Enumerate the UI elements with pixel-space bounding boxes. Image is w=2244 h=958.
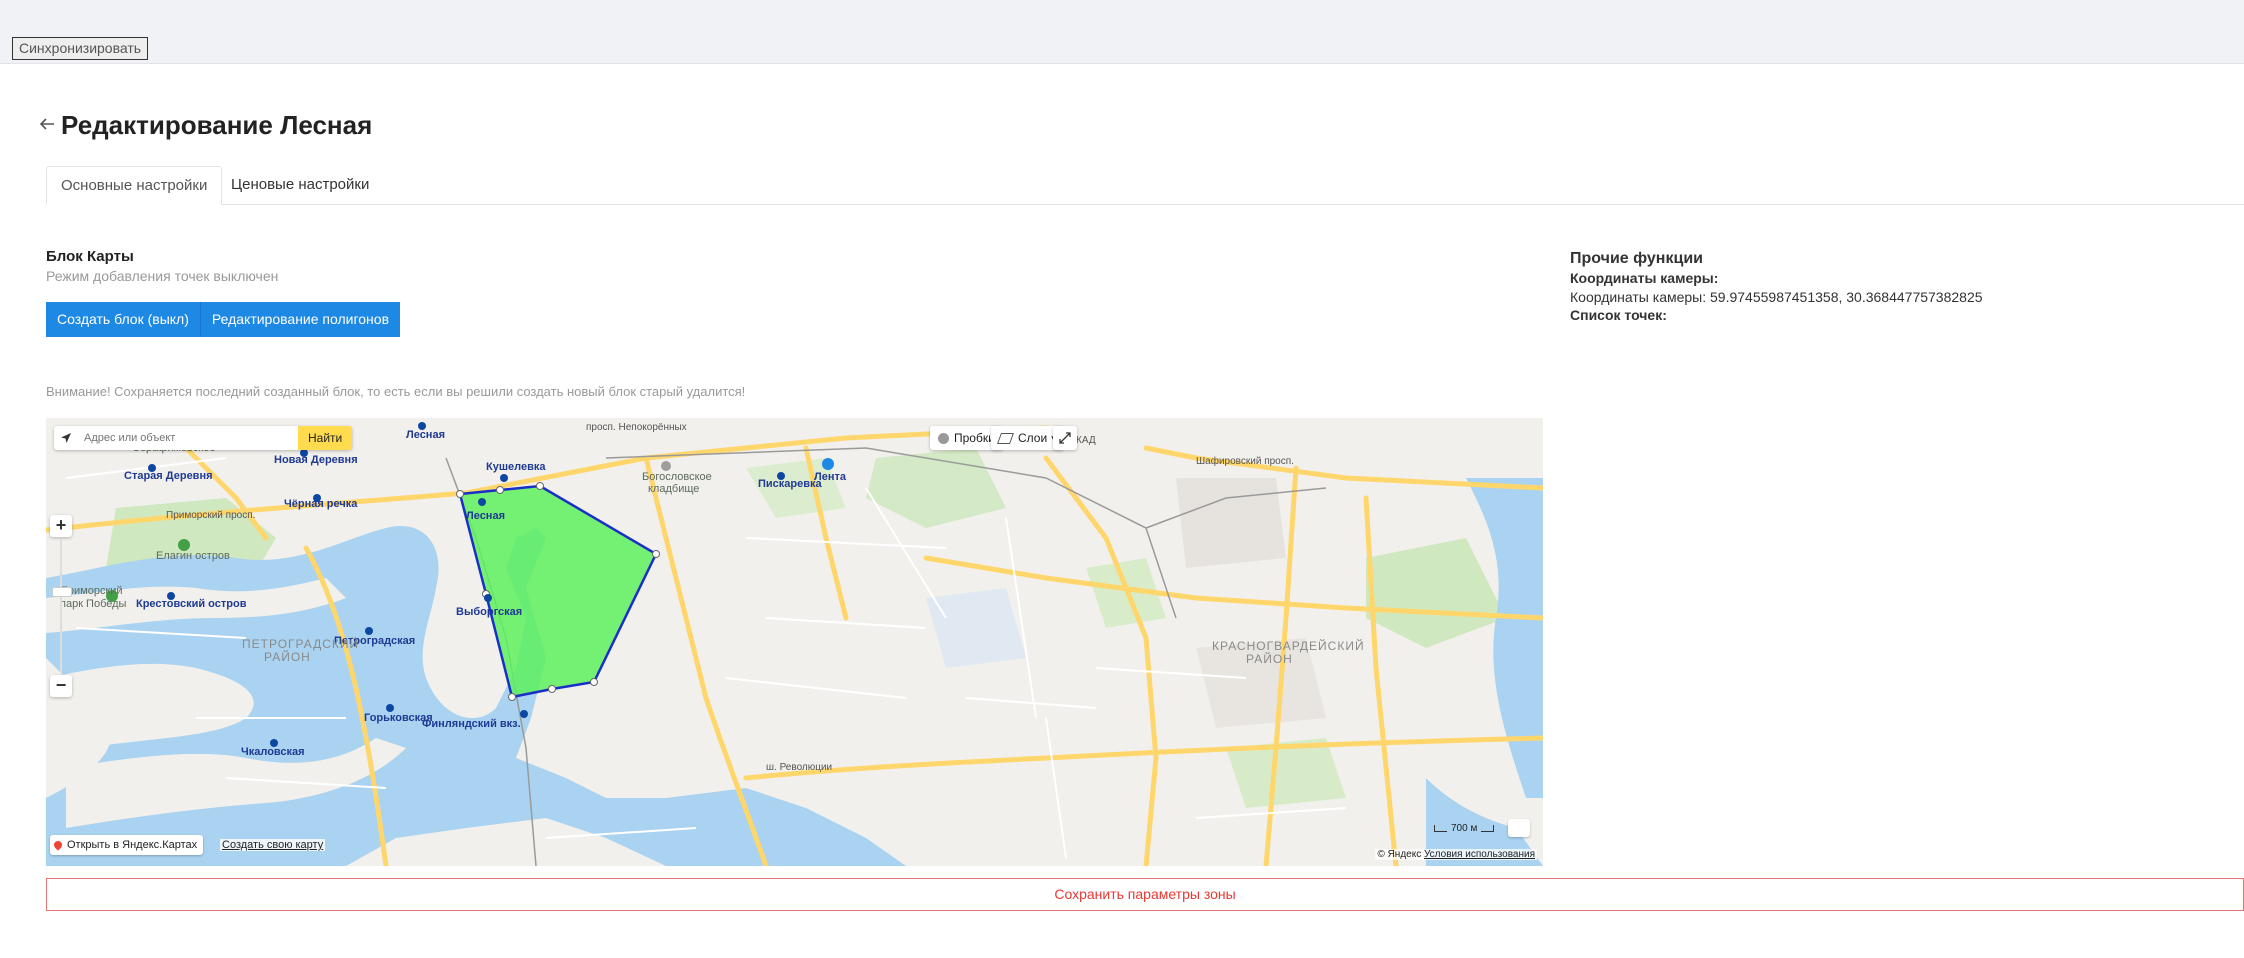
map-container[interactable]: Лесная Выборгская Кушелевка Пискаревка Л… xyxy=(46,418,1543,866)
map-label-sh-revolyutsii: ш. Революции xyxy=(766,762,832,773)
traffic-label: Пробки xyxy=(954,431,995,445)
map-block-subtitle: Режим добавления точек выключен xyxy=(46,268,279,284)
map-label-park-pobedy: парк Победы xyxy=(60,598,127,610)
edit-polygons-button[interactable]: Редактирование полигонов xyxy=(199,302,401,337)
map-label-piskarevka: Пискаревка xyxy=(758,478,823,490)
tab-price-settings[interactable]: Ценовые настройки xyxy=(217,166,383,204)
zoom-slider-handle[interactable] xyxy=(52,587,72,597)
map-label-rayon-1: РАЙОН xyxy=(264,649,311,664)
scale-label: 700 м xyxy=(1451,823,1478,834)
terms-link[interactable]: Условия использования xyxy=(1424,849,1535,860)
tabs-bar: Основные настройки Ценовые настройки xyxy=(46,166,2244,205)
warning-text: Внимание! Сохраняется последний созданны… xyxy=(46,384,746,399)
map-label-shafirovsky: Шафировский просп. xyxy=(1196,455,1294,467)
tab-main-settings[interactable]: Основные настройки xyxy=(46,166,223,205)
map-label-lesnaya-north: Лесная xyxy=(406,429,445,441)
sync-button[interactable]: Синхронизировать xyxy=(12,37,149,60)
map-search-bar: Найти xyxy=(54,426,353,450)
map-label-chkalovskaya: Чкаловская xyxy=(241,746,305,758)
map-block-buttons: Создать блок (выкл) Редактирование полиг… xyxy=(46,302,401,337)
map-label-kad: КАД xyxy=(1076,435,1096,446)
map-scale: 700 м xyxy=(1434,823,1495,834)
map-label-finlyandsky: Финляндский вкз. xyxy=(422,718,521,730)
zoom-in-button[interactable]: + xyxy=(50,515,72,537)
map-label-staraya-derevnya: Старая Деревня xyxy=(124,470,213,482)
back-arrow-icon[interactable] xyxy=(36,113,58,135)
map-label-krestovsky: Крестовский остров xyxy=(136,598,247,610)
map-label-lenta: Лента xyxy=(814,471,847,483)
map-label-bogoslovskoe: Богословское xyxy=(642,471,712,483)
open-yandex-maps-link[interactable]: Открыть в Яндекс.Картах xyxy=(50,835,204,855)
create-block-button[interactable]: Создать блок (выкл) xyxy=(46,302,200,337)
other-functions-title: Прочие функции xyxy=(1570,250,1703,267)
map-label-rayon-2: РАЙОН xyxy=(1246,651,1293,666)
map-label-kladbishe: кладбище xyxy=(648,483,699,495)
open-yandex-label: Открыть в Яндекс.Картах xyxy=(67,839,198,851)
other-functions-panel: Прочие функции Координаты камеры: Коорди… xyxy=(1570,250,1983,323)
camera-coords-label: Координаты камеры: xyxy=(1570,270,1719,286)
page-title: Редактирование Лесная xyxy=(61,110,373,140)
scale-bar-end-icon xyxy=(1481,825,1495,832)
map-copyright: © Яндекс Условия использования xyxy=(1375,849,1537,860)
map-find-button[interactable]: Найти xyxy=(298,426,353,450)
copyright-label: © Яндекс xyxy=(1377,849,1422,860)
save-zone-button[interactable]: Сохранить параметры зоны xyxy=(46,878,2244,911)
scale-bar-icon xyxy=(1434,825,1447,832)
map-pin-icon xyxy=(52,839,64,851)
map-label-kushelevka: Кушелевка xyxy=(486,461,546,473)
map-label-petrogradsky: ПЕТРОГРАДСКИЙ xyxy=(242,636,359,651)
geolocation-icon[interactable] xyxy=(54,426,78,450)
map-label-lesnaya: Лесная xyxy=(466,510,505,522)
points-list-label: Список точек: xyxy=(1570,307,1667,323)
map-canvas[interactable]: Лесная Выборгская Кушелевка Пискаревка Л… xyxy=(46,418,1543,866)
map-search-input[interactable] xyxy=(78,427,298,449)
create-own-map-link[interactable]: Создать свою карту xyxy=(220,839,326,851)
zoom-out-button[interactable]: − xyxy=(50,675,72,697)
map-block-title: Блок Карты xyxy=(46,248,134,265)
traffic-icon xyxy=(938,432,949,444)
ruler-icon[interactable] xyxy=(1508,819,1530,837)
map-label-elagin: Елагин остров xyxy=(156,550,230,562)
layers-label: Слои xyxy=(1018,431,1048,445)
fullscreen-icon[interactable] xyxy=(1053,426,1077,450)
layers-icon xyxy=(996,432,1015,444)
map-label-vyborgskaya: Выборгская xyxy=(456,606,522,618)
map-label-krasnogvardeysky: КРАСНОГВАРДЕЙСКИЙ xyxy=(1212,638,1365,653)
top-bar: Синхронизировать xyxy=(0,0,2244,64)
camera-coords-value: Координаты камеры: 59.97455987451358, 30… xyxy=(1570,289,1983,305)
map-label-nepokorennyh: просп. Непокорённых xyxy=(586,422,687,433)
zoom-slider-track[interactable] xyxy=(60,539,62,673)
map-label-primorsky-prosp: Приморский просп. xyxy=(166,510,255,521)
map-label-novaya-derevnya: Новая Деревня xyxy=(274,454,358,466)
map-label-chernaya-rechka: Чёрная речка xyxy=(284,498,358,510)
